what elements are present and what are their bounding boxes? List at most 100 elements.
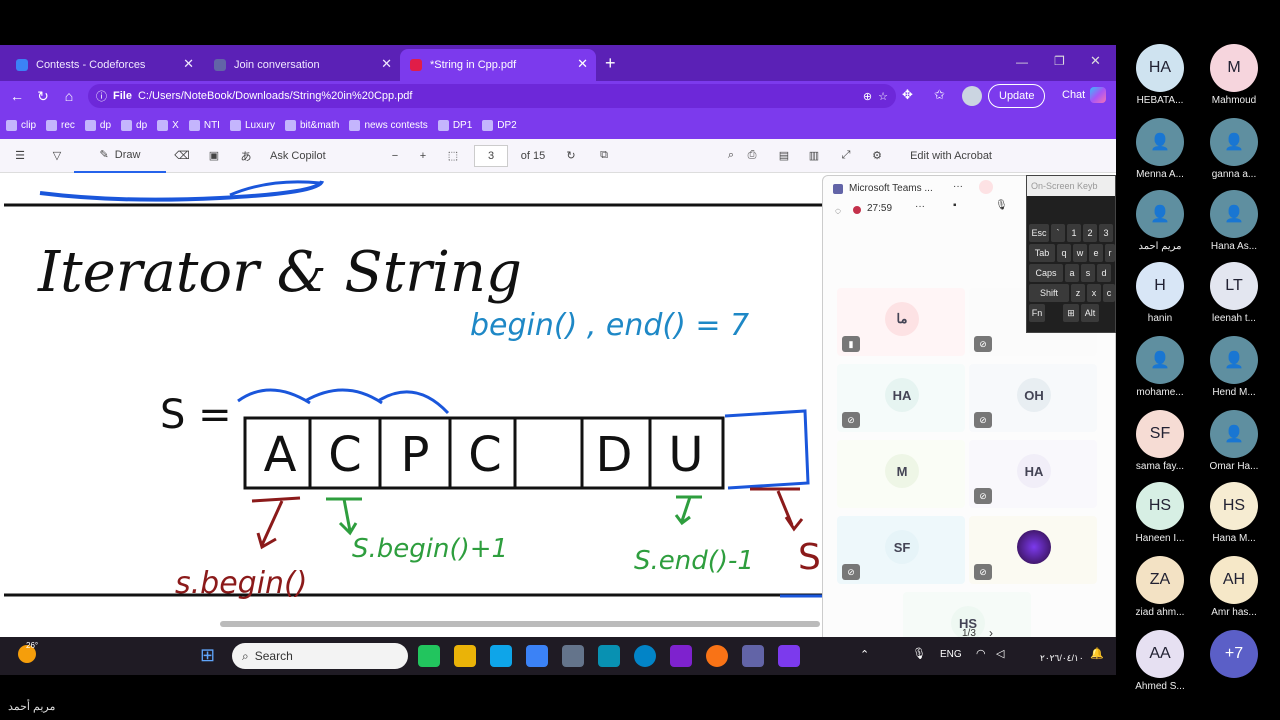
- visual-studio-icon[interactable]: [778, 645, 800, 667]
- home-icon[interactable]: ⌂: [56, 88, 82, 104]
- microphone-icon[interactable]: 🎙: [995, 200, 1008, 211]
- fullscreen-icon[interactable]: ⤢: [830, 139, 862, 173]
- key-3[interactable]: 3: [1099, 224, 1113, 242]
- copilot-icon[interactable]: [1090, 87, 1106, 103]
- participant[interactable]: AH Amr has...: [1202, 556, 1266, 618]
- contents-icon[interactable]: ☰: [0, 139, 40, 173]
- fit-page-icon[interactable]: ⬚: [438, 139, 468, 173]
- bookmark-luxury[interactable]: Luxury: [229, 119, 275, 131]
- page-view-icon[interactable]: ⧉: [584, 139, 624, 173]
- participant-tile[interactable]: SF ⊘: [837, 516, 965, 584]
- participant-tile[interactable]: ⊘: [969, 516, 1097, 584]
- participant-tile[interactable]: M: [837, 440, 965, 508]
- participant[interactable]: Hhanin: [1128, 262, 1192, 324]
- settings-gear-icon[interactable]: ⚙: [862, 139, 892, 173]
- ask-copilot-button[interactable]: Ask Copilot: [262, 139, 382, 173]
- participant[interactable]: 👤 ganna a...: [1202, 118, 1266, 180]
- bookmark-clip[interactable]: clip: [6, 119, 36, 131]
- key-r[interactable]: r: [1105, 244, 1115, 262]
- key-tab[interactable]: Tab: [1029, 244, 1055, 262]
- taskbar-date[interactable]: ٢٠٢٦/٠٤/١٠: [1040, 653, 1084, 664]
- refresh-icon[interactable]: ↻: [30, 88, 56, 105]
- tab-join-conversation[interactable]: Join conversation ✕: [204, 49, 400, 81]
- key-s[interactable]: s: [1081, 264, 1095, 282]
- key-esc[interactable]: Esc: [1029, 224, 1049, 242]
- key-q[interactable]: q: [1057, 244, 1071, 262]
- taskbar-search[interactable]: ⌕ Search: [232, 643, 408, 669]
- save-as-icon[interactable]: ▥: [798, 139, 830, 173]
- zoom-out-button[interactable]: −: [382, 139, 408, 173]
- notepad-icon[interactable]: [526, 645, 548, 667]
- close-tab-icon[interactable]: ✕: [183, 56, 194, 72]
- key-2[interactable]: 2: [1083, 224, 1097, 242]
- bookmark-rec[interactable]: rec: [46, 119, 75, 131]
- key-windows-icon[interactable]: ⊞: [1063, 304, 1079, 322]
- edge-dev-icon[interactable]: [418, 645, 440, 667]
- on-screen-keyboard[interactable]: On-Screen Keyb Esc ` 1 2 3 Tab q w e r C…: [1026, 175, 1116, 333]
- participant[interactable]: 👤 Hend M...: [1202, 336, 1266, 398]
- participant[interactable]: 👤 Hana As...: [1202, 190, 1266, 252]
- bookmark-x[interactable]: X: [157, 119, 179, 131]
- horizontal-scrollbar[interactable]: [220, 621, 820, 627]
- key-1[interactable]: 1: [1067, 224, 1081, 242]
- save-icon[interactable]: ▤: [770, 139, 798, 173]
- participant[interactable]: 👤 Menna A...: [1128, 118, 1192, 180]
- participant[interactable]: ZA ziad ahm...: [1128, 556, 1192, 618]
- firefox-icon[interactable]: [706, 645, 728, 667]
- key-alt[interactable]: Alt: [1081, 304, 1099, 322]
- bookmark-dp2[interactable]: DP2: [482, 119, 517, 131]
- monitor-icon[interactable]: [598, 645, 620, 667]
- start-icon[interactable]: ⊞: [200, 645, 215, 666]
- search-icon[interactable]: ⌕: [624, 139, 734, 173]
- language-indicator[interactable]: ENG: [940, 649, 962, 660]
- vscode-icon[interactable]: [490, 645, 512, 667]
- participant[interactable]: LT leenah t...: [1202, 262, 1266, 324]
- restore-icon[interactable]: ❐: [1054, 54, 1065, 68]
- page-number-input[interactable]: 3: [474, 144, 508, 167]
- key-z[interactable]: z: [1071, 284, 1085, 302]
- address-field[interactable]: ⓘ File C:/Users/NoteBook/Downloads/Strin…: [88, 84, 896, 108]
- more-participants-button[interactable]: +7: [1202, 630, 1266, 678]
- key-e[interactable]: e: [1089, 244, 1103, 262]
- camera-off-icon[interactable]: ▪: [953, 200, 957, 211]
- chevron-up-icon[interactable]: ⌃: [860, 648, 869, 661]
- eraser-icon[interactable]: ⌫: [166, 139, 198, 173]
- participant[interactable]: HS Hana M...: [1202, 482, 1266, 544]
- key-x[interactable]: x: [1087, 284, 1101, 302]
- teams-icon[interactable]: [742, 645, 764, 667]
- participant[interactable]: 👤 مريم أحمد: [1128, 190, 1192, 252]
- participant-tile[interactable]: OH ⊘: [969, 364, 1097, 432]
- favorites-icon[interactable]: ✩: [934, 87, 945, 103]
- close-tab-icon[interactable]: ✕: [577, 56, 588, 72]
- key-caps[interactable]: Caps: [1029, 264, 1063, 282]
- highlight-icon[interactable]: ▽: [40, 139, 74, 173]
- close-window-icon[interactable]: ✕: [1090, 53, 1101, 69]
- close-tab-icon[interactable]: ✕: [381, 56, 392, 72]
- key-w[interactable]: w: [1073, 244, 1087, 262]
- draw-button[interactable]: ✎ Draw: [74, 139, 166, 173]
- key-a[interactable]: a: [1065, 264, 1079, 282]
- calculator-icon[interactable]: [562, 645, 584, 667]
- read-aloud-icon[interactable]: あ: [230, 139, 262, 173]
- participant-tile[interactable]: HA ⊘: [837, 364, 965, 432]
- onenote-icon[interactable]: [670, 645, 692, 667]
- edge-icon[interactable]: [634, 645, 656, 667]
- participant[interactable]: M Mahmoud: [1202, 44, 1266, 106]
- bookmark-news-contests[interactable]: news contests: [349, 119, 428, 131]
- participant-tile[interactable]: HA ⊘: [969, 440, 1097, 508]
- mic-tray-icon[interactable]: 🎙: [912, 647, 926, 660]
- chat-button[interactable]: Chat: [1062, 89, 1085, 101]
- key-c[interactable]: c: [1103, 284, 1115, 302]
- print-icon[interactable]: ⎙: [734, 139, 770, 173]
- new-tab-button[interactable]: +: [605, 53, 616, 74]
- notification-icon[interactable]: 🔔: [1090, 647, 1104, 660]
- favorite-star-icon[interactable]: ☆: [878, 90, 888, 103]
- more-actions-icon[interactable]: ···: [915, 201, 925, 212]
- extensions-icon[interactable]: ✥: [902, 87, 913, 103]
- profile-avatar[interactable]: [962, 86, 982, 106]
- key-fn[interactable]: Fn: [1029, 304, 1045, 322]
- bookmark-dp1[interactable]: DP1: [437, 119, 472, 131]
- bookmark-dp[interactable]: dp: [84, 119, 111, 131]
- participant[interactable]: 👤 mohame...: [1128, 336, 1192, 398]
- more-options-icon[interactable]: ···: [953, 181, 963, 192]
